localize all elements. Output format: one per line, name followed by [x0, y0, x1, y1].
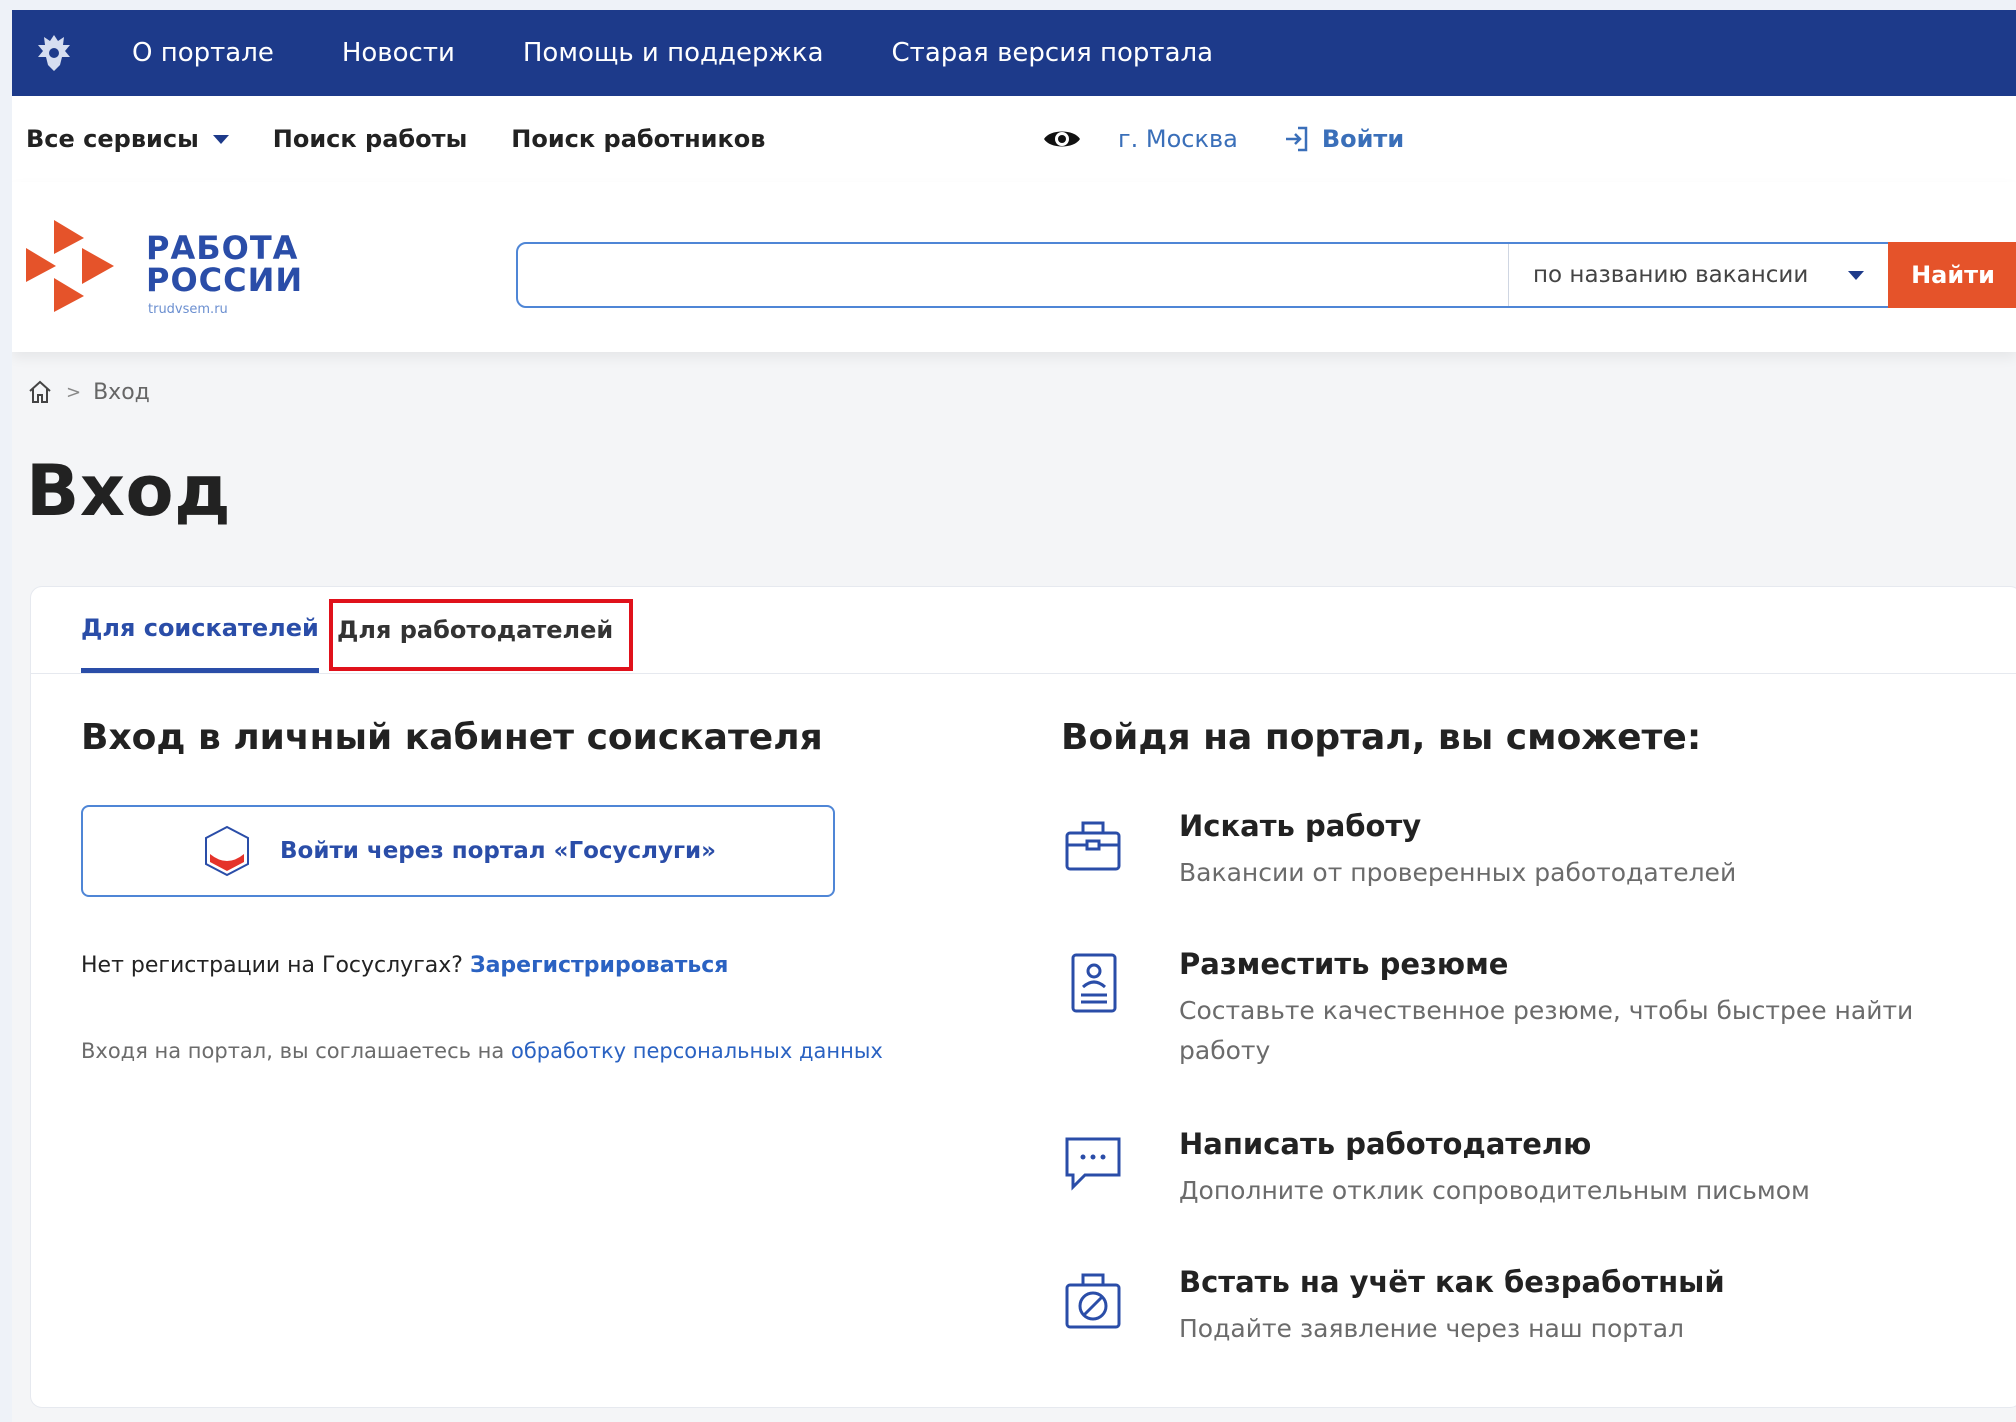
nav-old-version[interactable]: Старая версия портала	[892, 38, 1214, 68]
chevron-down-icon	[212, 134, 229, 144]
chat-icon	[1065, 1137, 1121, 1191]
login-link[interactable]: Войти	[1282, 124, 1404, 154]
benefits-panel: Войдя на портал, вы сможете: Искать рабо…	[1061, 717, 2001, 1343]
home-icon[interactable]	[26, 378, 54, 406]
search-bar: по названию вакансии Найти	[516, 242, 2016, 308]
gosuslugi-logo-icon	[205, 825, 249, 877]
logo-domain: trudvsem.ru	[148, 302, 228, 317]
eye-icon[interactable]	[1042, 119, 1082, 159]
login-panel: Вход в личный кабинет соискателя Войти ч…	[81, 717, 981, 1063]
benefit-title: Встать на учёт как безработный	[1179, 1265, 1725, 1299]
nav-find-job[interactable]: Поиск работы	[273, 125, 468, 153]
gosuslugi-login-button[interactable]: Войти через портал «Госуслуги»	[81, 805, 835, 897]
highlight-frame	[329, 599, 633, 671]
benefit-title: Искать работу	[1179, 809, 1422, 843]
login-tabs: Для соискателей Для работодателей	[31, 587, 2016, 674]
search-mode-select[interactable]: по названию вакансии	[1508, 244, 1888, 306]
breadcrumb: > Вход	[26, 378, 150, 406]
top-navbar: О портале Новости Помощь и поддержка Ста…	[12, 10, 2016, 96]
coat-of-arms-icon[interactable]	[26, 25, 82, 81]
login-heading: Вход в личный кабинет соискателя	[81, 717, 823, 758]
breadcrumb-current: Вход	[93, 379, 150, 405]
all-services-label: Все сервисы	[26, 125, 199, 153]
logo-mark-icon	[26, 220, 114, 312]
nav-help[interactable]: Помощь и поддержка	[523, 38, 824, 68]
tab-seekers[interactable]: Для соискателей	[81, 587, 319, 673]
benefit-desc: Составьте качественное резюме, чтобы быс…	[1179, 996, 1914, 1065]
site-logo[interactable]: РАБОТА РОССИИ trudvsem.ru	[26, 218, 302, 322]
page: О портале Новости Помощь и поддержка Ста…	[12, 10, 2016, 1422]
benefit-desc: Вакансии от проверенных работодателей	[1179, 858, 1737, 887]
nav-news[interactable]: Новости	[342, 38, 455, 68]
breadcrumb-separator: >	[66, 381, 82, 403]
gosuslugi-button-label: Войти через портал «Госуслуги»	[280, 838, 716, 864]
benefit-title: Написать работодателю	[1179, 1127, 1592, 1161]
logo-line2: РОССИИ	[146, 261, 304, 299]
login-label: Войти	[1321, 125, 1405, 153]
search-input[interactable]	[518, 244, 1508, 306]
consent-text: Входя на портал, вы соглашаетесь на обра…	[81, 1039, 883, 1063]
benefits-heading: Войдя на портал, вы сможете:	[1061, 717, 1702, 758]
resume-icon	[1071, 953, 1117, 1013]
login-icon	[1285, 126, 1308, 152]
benefit-desc: Подайте заявление через наш портал	[1179, 1314, 1685, 1343]
search-button[interactable]: Найти	[1888, 242, 2016, 308]
login-card: Для соискателей Для работодателей Вход в…	[30, 586, 2016, 1408]
chevron-down-icon	[1848, 270, 1864, 280]
search-mode-label: по названию вакансии	[1533, 262, 1809, 288]
page-title: Вход	[26, 450, 232, 532]
nav-find-workers[interactable]: Поиск работников	[511, 125, 765, 153]
no-reg-question: Нет регистрации на Госуслугах?	[81, 953, 463, 978]
personal-data-link[interactable]: обработку персональных данных	[511, 1039, 883, 1063]
briefcase-icon	[1065, 821, 1121, 871]
register-link[interactable]: Зарегистрироваться	[470, 953, 728, 978]
no-registration-text: Нет регистрации на Госуслугах? Зарегистр…	[81, 953, 728, 978]
logo-line1: РАБОТА	[146, 229, 299, 267]
site-header: РАБОТА РОССИИ trudvsem.ru по названию ва…	[12, 182, 2016, 352]
all-services-dropdown[interactable]: Все сервисы	[26, 125, 229, 153]
city-selector[interactable]: г. Москва	[1118, 125, 1238, 153]
benefit-desc: Дополните отклик сопроводительным письмо…	[1179, 1176, 1810, 1205]
secondary-nav: Все сервисы Поиск работы Поиск работнико…	[12, 96, 2016, 183]
benefit-title: Разместить резюме	[1179, 947, 1509, 981]
nav-about[interactable]: О портале	[132, 38, 274, 68]
unemployed-icon	[1065, 1273, 1121, 1329]
consent-prefix: Входя на портал, вы соглашаетесь на	[81, 1039, 505, 1063]
